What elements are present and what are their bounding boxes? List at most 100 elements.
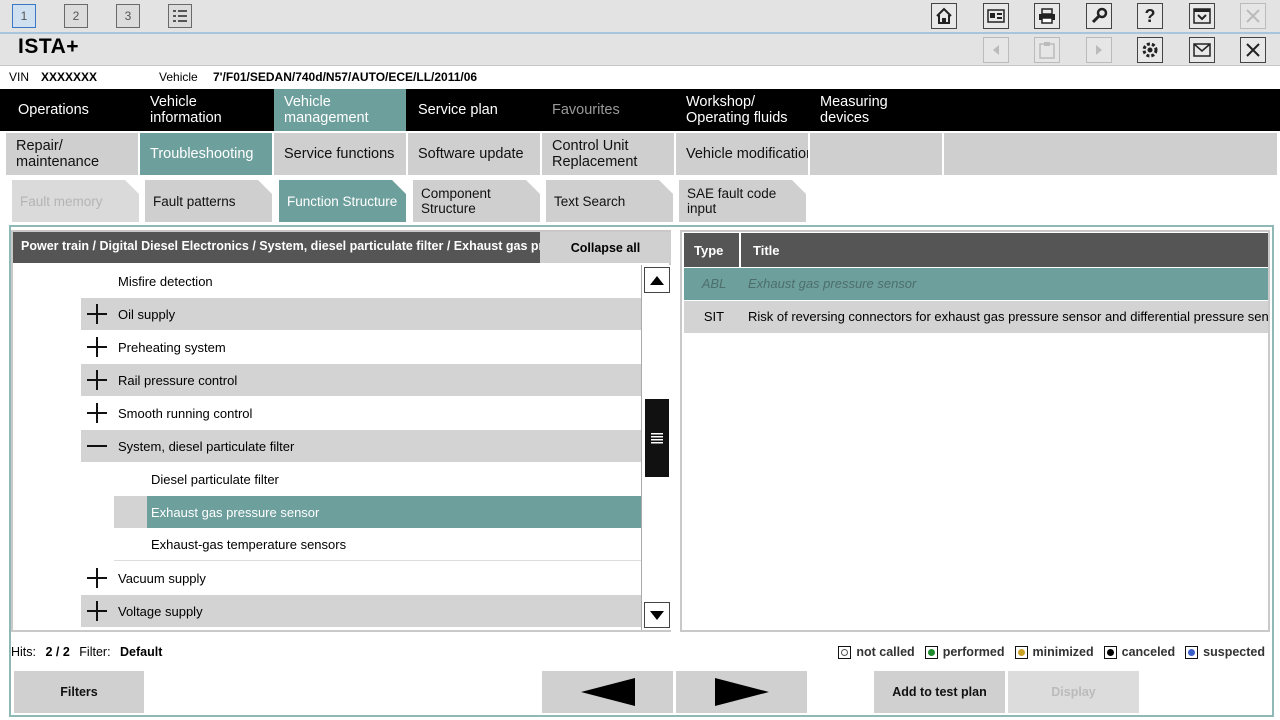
column-header-type[interactable]: Type bbox=[684, 233, 741, 267]
subnav-troubleshooting[interactable]: Troubleshooting bbox=[140, 133, 272, 175]
arrow-left-icon bbox=[580, 678, 635, 706]
legend-swatch bbox=[1185, 645, 1199, 659]
tree-item-smooth-running-control[interactable]: Smooth running control bbox=[81, 397, 641, 429]
collapse-icon[interactable] bbox=[87, 436, 107, 456]
workspace-2-button[interactable]: 2 bbox=[64, 4, 88, 28]
wrench-button[interactable] bbox=[1086, 3, 1112, 29]
tree-item-exhaust-gas-pressure-sensor[interactable]: Exhaust gas pressure sensor bbox=[147, 496, 641, 528]
id-card-icon bbox=[987, 9, 1005, 23]
tab-component-structure[interactable]: Component Structure bbox=[413, 180, 540, 222]
tree-item-system-diesel-particulate-filter[interactable]: System, diesel particulate filter bbox=[81, 430, 641, 462]
legend-performed: performed bbox=[924, 645, 1005, 659]
title-bar-divider bbox=[0, 32, 1280, 34]
expand-icon[interactable] bbox=[87, 304, 107, 324]
tree-item-rail-pressure-control[interactable]: Rail pressure control bbox=[81, 364, 641, 396]
nav-workshop-operating-fluids[interactable]: Workshop/ Operating fluids bbox=[676, 89, 808, 131]
legend-label: not called bbox=[856, 645, 915, 659]
tab-text-search[interactable]: Text Search bbox=[546, 180, 673, 222]
id-card-button[interactable] bbox=[983, 3, 1009, 29]
function-tree-panel: Power train / Digital Diesel Electronics… bbox=[11, 230, 671, 632]
tree-item-diesel-particulate-filter[interactable]: Diesel particulate filter bbox=[114, 463, 641, 495]
scroll-up-button[interactable] bbox=[644, 267, 670, 293]
tree-scrollbar[interactable] bbox=[641, 265, 671, 630]
triangle-down-icon bbox=[650, 610, 664, 620]
tree-item-misfire-detection[interactable]: Misfire detection bbox=[81, 265, 641, 297]
next-button[interactable] bbox=[676, 671, 807, 713]
close-icon bbox=[1246, 9, 1260, 23]
help-button[interactable]: ? bbox=[1137, 3, 1163, 29]
home-icon bbox=[936, 7, 952, 24]
display-button[interactable]: Display bbox=[1008, 671, 1139, 713]
filters-button[interactable]: Filters bbox=[14, 671, 144, 713]
legend-label: minimized bbox=[1032, 645, 1094, 659]
tree-item-label: Vacuum supply bbox=[118, 570, 206, 586]
hits-label: Hits: bbox=[11, 645, 36, 659]
window-close-button[interactable] bbox=[1240, 3, 1266, 29]
expand-icon[interactable] bbox=[87, 403, 107, 423]
home-button[interactable] bbox=[931, 3, 957, 29]
nav-measuring-devices[interactable]: Measuring devices bbox=[810, 89, 942, 131]
workspace-1-button[interactable]: 1 bbox=[12, 4, 36, 28]
subnav-repair-maintenance[interactable]: Repair/ maintenance bbox=[6, 133, 138, 175]
mail-button[interactable] bbox=[1189, 37, 1215, 63]
workspace-3-button[interactable]: 3 bbox=[116, 4, 140, 28]
print-icon bbox=[1039, 8, 1055, 24]
tab-fault-patterns[interactable]: Fault patterns bbox=[145, 180, 272, 222]
subnav-empty-1 bbox=[810, 133, 942, 175]
back-button[interactable] bbox=[983, 37, 1009, 63]
column-header-title[interactable]: Title bbox=[743, 233, 790, 268]
collapse-all-button[interactable]: Collapse all bbox=[540, 232, 671, 263]
legend-swatch bbox=[1103, 645, 1117, 659]
subnav-software-update[interactable]: Software update bbox=[408, 133, 540, 175]
tree-item-label: Preheating system bbox=[118, 339, 226, 355]
tab-function-structure[interactable]: Function Structure bbox=[279, 180, 406, 222]
tab-sae-fault-code-input[interactable]: SAE fault code input bbox=[679, 180, 806, 222]
tree-item-preheating-system[interactable]: Preheating system bbox=[81, 331, 641, 363]
nav-operations[interactable]: Operations bbox=[0, 89, 138, 131]
expand-icon[interactable] bbox=[87, 568, 107, 588]
print-button[interactable] bbox=[1034, 3, 1060, 29]
tab-fault-memory[interactable]: Fault memory bbox=[12, 180, 139, 222]
hits-status: Hits: 2 / 2 Filter: Default bbox=[11, 645, 162, 659]
subnav-control-unit-replacement[interactable]: Control Unit Replacement bbox=[542, 133, 674, 175]
expand-icon[interactable] bbox=[87, 601, 107, 621]
back-icon bbox=[993, 45, 999, 55]
vehicle-label: Vehicle bbox=[159, 70, 198, 84]
add-to-test-plan-button[interactable]: Add to test plan bbox=[874, 671, 1005, 713]
grip-icon bbox=[651, 433, 663, 444]
sub-nav: Repair/ maintenance Troubleshooting Serv… bbox=[0, 133, 1280, 175]
previous-button[interactable] bbox=[542, 671, 673, 713]
expand-icon[interactable] bbox=[87, 370, 107, 390]
results-row[interactable]: ABL Exhaust gas pressure sensor bbox=[684, 268, 1268, 300]
vin-label: VIN bbox=[9, 70, 30, 84]
clipboard-button[interactable] bbox=[1034, 37, 1060, 63]
expand-icon[interactable] bbox=[87, 337, 107, 357]
nav-favourites[interactable]: Favourites bbox=[542, 89, 674, 131]
results-row[interactable]: SIT Risk of reversing connectors for exh… bbox=[684, 301, 1268, 333]
scroll-thumb[interactable] bbox=[645, 399, 669, 477]
hits-value: 2 / 2 bbox=[45, 645, 70, 659]
settings-button[interactable] bbox=[1137, 37, 1163, 63]
triangle-up-icon bbox=[650, 275, 664, 285]
tree-item-vacuum-supply[interactable]: Vacuum supply bbox=[81, 562, 641, 594]
subnav-vehicle-modification[interactable]: Vehicle modification bbox=[676, 133, 808, 175]
list-icon bbox=[173, 10, 187, 22]
breadcrumb: Power train / Digital Diesel Electronics… bbox=[13, 232, 540, 263]
minimize-button[interactable] bbox=[1189, 3, 1215, 29]
vehicle-info-bar: VIN XXXXXXX Vehicle 7'/F01/SEDAN/740d/N5… bbox=[0, 67, 1280, 87]
nav-vehicle-management[interactable]: Vehicle management bbox=[274, 89, 406, 131]
subnav-service-functions[interactable]: Service functions bbox=[274, 133, 406, 175]
tree-item-voltage-supply[interactable]: Voltage supply bbox=[81, 595, 641, 627]
legend-label: suspected bbox=[1203, 645, 1265, 659]
list-view-button[interactable] bbox=[168, 4, 192, 28]
tab-nav: Fault memory Fault patterns Function Str… bbox=[0, 180, 1280, 222]
legend-canceled: canceled bbox=[1103, 645, 1175, 659]
scroll-down-button[interactable] bbox=[644, 602, 670, 628]
tree-item-exhaust-gas-temperature-sensors[interactable]: Exhaust-gas temperature sensors bbox=[114, 529, 641, 561]
forward-button[interactable] bbox=[1086, 37, 1112, 63]
close-session-button[interactable] bbox=[1240, 37, 1266, 63]
tree-item-oil-supply[interactable]: Oil supply bbox=[81, 298, 641, 330]
legend-suspected: suspected bbox=[1185, 645, 1265, 659]
nav-vehicle-information[interactable]: Vehicle information bbox=[140, 89, 272, 131]
nav-service-plan[interactable]: Service plan bbox=[408, 89, 540, 131]
